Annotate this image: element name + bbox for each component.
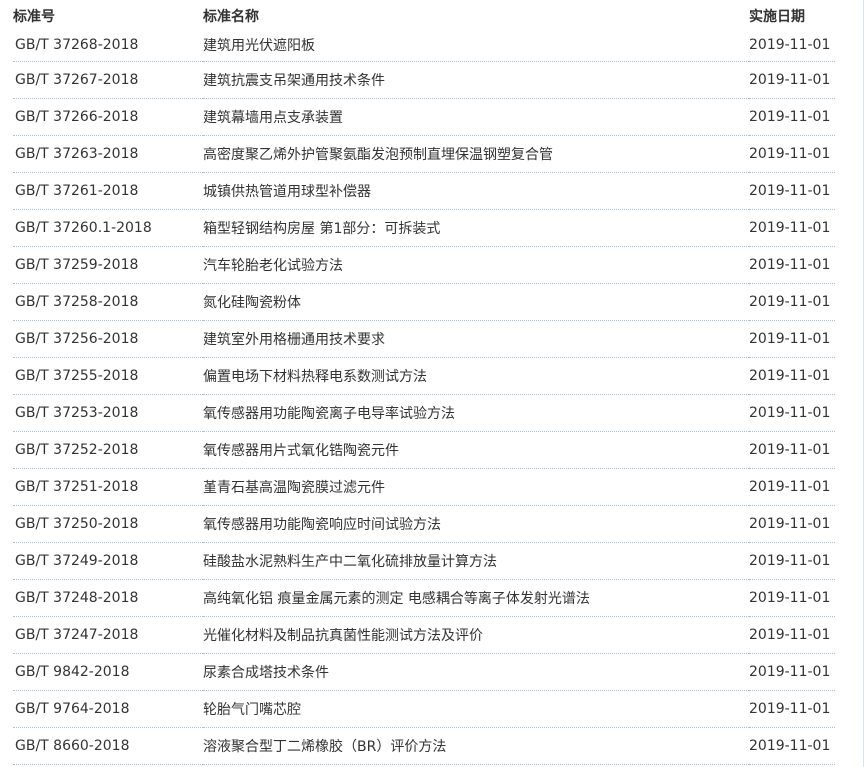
table-row[interactable]: GB/T 37249-2018 硅酸盐水泥熟料生产中二氧化硫排放量计算方法 2019… (13, 542, 835, 580)
standard-code-cell: GB/T 37253-2018 (13, 394, 203, 432)
standard-code-cell: GB/T 37248-2018 (13, 579, 203, 617)
standard-name-link[interactable]: 氧传感器用片式氧化锆陶瓷元件 (203, 431, 749, 469)
table-body: GB/T 37268-2018 建筑用光伏遮阳板 2019-11-01 GB/T 37… (13, 31, 835, 765)
standard-code-cell: GB/T 37259-2018 (13, 246, 203, 284)
implementation-date-cell: 2019-11-01 (749, 320, 835, 358)
standard-code-cell: GB/T 8660-2018 (13, 727, 203, 765)
standard-name-link[interactable]: 高纯氧化铝 痕量金属元素的测定 电感耦合等离子体发射光谱法 (203, 579, 749, 617)
table-row[interactable]: GB/T 8660-2018 溶液聚合型丁二烯橡胶（BR）评价方法 2019-11-… (13, 727, 835, 765)
table-row[interactable]: GB/T 37252-2018 氧传感器用片式氧化锆陶瓷元件 2019-11-01 (13, 431, 835, 469)
standard-code-cell: GB/T 37249-2018 (13, 542, 203, 580)
implementation-date-cell: 2019-11-01 (749, 653, 835, 691)
standard-code-cell: GB/T 37260.1-2018 (13, 209, 203, 247)
table-row[interactable]: GB/T 37251-2018 堇青石基高温陶瓷膜过滤元件 2019-11-01 (13, 468, 835, 506)
table-row[interactable]: GB/T 37268-2018 建筑用光伏遮阳板 2019-11-01 (13, 31, 835, 62)
standard-name-link[interactable]: 尿素合成塔技术条件 (203, 653, 749, 691)
table-row[interactable]: GB/T 37267-2018 建筑抗震支吊架通用技术条件 2019-11-01 (13, 61, 835, 99)
standards-table: 标准号 标准名称 实施日期 GB/T 37268-2018 建筑用光伏遮阳板 201… (13, 0, 835, 765)
standard-name-link[interactable]: 溶液聚合型丁二烯橡胶（BR）评价方法 (203, 727, 749, 765)
header-standard-code: 标准号 (13, 8, 55, 25)
standard-code-cell: GB/T 9764-2018 (13, 690, 203, 728)
standard-name-link[interactable]: 建筑抗震支吊架通用技术条件 (203, 61, 749, 99)
implementation-date-cell: 2019-11-01 (749, 579, 835, 617)
header-standard-name: 标准名称 (203, 8, 259, 25)
implementation-date-cell: 2019-11-01 (749, 431, 835, 469)
standard-name-link[interactable]: 轮胎气门嘴芯腔 (203, 690, 749, 728)
table-row[interactable]: GB/T 37253-2018 氧传感器用功能陶瓷离子电导率试验方法 2019-11… (13, 394, 835, 432)
standard-name-link[interactable]: 氮化硅陶瓷粉体 (203, 283, 749, 321)
standard-name-link[interactable]: 氧传感器用功能陶瓷响应时间试验方法 (203, 505, 749, 543)
implementation-date-cell: 2019-11-01 (749, 209, 835, 247)
standard-code-cell: GB/T 37263-2018 (13, 135, 203, 173)
implementation-date-cell: 2019-11-01 (749, 98, 835, 136)
standard-code-cell: GB/T 9842-2018 (13, 653, 203, 691)
table-row[interactable]: GB/T 37250-2018 氧传感器用功能陶瓷响应时间试验方法 2019-11-… (13, 505, 835, 543)
standard-name-link[interactable]: 高密度聚乙烯外护管聚氨酯发泡预制直埋保温钢塑复合管 (203, 135, 749, 173)
implementation-date-cell: 2019-11-01 (749, 690, 835, 728)
standard-name-link[interactable]: 氧传感器用功能陶瓷离子电导率试验方法 (203, 394, 749, 432)
standard-code-cell: GB/T 37256-2018 (13, 320, 203, 358)
standard-name-link[interactable]: 偏置电场下材料热释电系数测试方法 (203, 357, 749, 395)
header-implementation-date: 实施日期 (749, 8, 805, 25)
implementation-date-cell: 2019-11-01 (749, 542, 835, 580)
table-row[interactable]: GB/T 9842-2018 尿素合成塔技术条件 2019-11-01 (13, 653, 835, 691)
standard-name-link[interactable]: 汽车轮胎老化试验方法 (203, 246, 749, 284)
table-row[interactable]: GB/T 37247-2018 光催化材料及制品抗真菌性能测试方法及评价 2019-… (13, 616, 835, 654)
implementation-date-cell: 2019-11-01 (749, 616, 835, 654)
table-row[interactable]: GB/T 37248-2018 高纯氧化铝 痕量金属元素的测定 电感耦合等离子体发… (13, 579, 835, 617)
table-row[interactable]: GB/T 37261-2018 城镇供热管道用球型补偿器 2019-11-01 (13, 172, 835, 210)
implementation-date-cell: 2019-11-01 (749, 357, 835, 395)
table-row[interactable]: GB/T 37255-2018 偏置电场下材料热释电系数测试方法 2019-11-0… (13, 357, 835, 395)
standard-code-cell: GB/T 37268-2018 (13, 31, 203, 62)
implementation-date-cell: 2019-11-01 (749, 394, 835, 432)
table-header-row: 标准号 标准名称 实施日期 (13, 0, 835, 31)
standard-name-link[interactable]: 建筑室外用格栅通用技术要求 (203, 320, 749, 358)
table-row[interactable]: GB/T 37263-2018 高密度聚乙烯外护管聚氨酯发泡预制直埋保温钢塑复合管… (13, 135, 835, 173)
standards-list-panel: 标准号 标准名称 实施日期 GB/T 37268-2018 建筑用光伏遮阳板 201… (0, 0, 864, 767)
implementation-date-cell: 2019-11-01 (749, 31, 835, 62)
implementation-date-cell: 2019-11-01 (749, 283, 835, 321)
implementation-date-cell: 2019-11-01 (749, 505, 835, 543)
standard-code-cell: GB/T 37251-2018 (13, 468, 203, 506)
standard-code-cell: GB/T 37266-2018 (13, 98, 203, 136)
table-row[interactable]: GB/T 37256-2018 建筑室外用格栅通用技术要求 2019-11-01 (13, 320, 835, 358)
standard-code-cell: GB/T 37267-2018 (13, 61, 203, 99)
table-row[interactable]: GB/T 37266-2018 建筑幕墙用点支承装置 2019-11-01 (13, 98, 835, 136)
implementation-date-cell: 2019-11-01 (749, 468, 835, 506)
standard-name-link[interactable]: 堇青石基高温陶瓷膜过滤元件 (203, 468, 749, 506)
standard-code-cell: GB/T 37252-2018 (13, 431, 203, 469)
standard-code-cell: GB/T 37258-2018 (13, 283, 203, 321)
implementation-date-cell: 2019-11-01 (749, 61, 835, 99)
implementation-date-cell: 2019-11-01 (749, 246, 835, 284)
implementation-date-cell: 2019-11-01 (749, 727, 835, 765)
standard-code-cell: GB/T 37261-2018 (13, 172, 203, 210)
standard-name-link[interactable]: 城镇供热管道用球型补偿器 (203, 172, 749, 210)
standard-code-cell: GB/T 37255-2018 (13, 357, 203, 395)
standard-name-link[interactable]: 建筑用光伏遮阳板 (203, 31, 749, 62)
standard-name-link[interactable]: 硅酸盐水泥熟料生产中二氧化硫排放量计算方法 (203, 542, 749, 580)
standard-name-link[interactable]: 建筑幕墙用点支承装置 (203, 98, 749, 136)
standard-code-cell: GB/T 37247-2018 (13, 616, 203, 654)
standard-name-link[interactable]: 光催化材料及制品抗真菌性能测试方法及评价 (203, 616, 749, 654)
standard-name-link[interactable]: 箱型轻钢结构房屋 第1部分：可拆装式 (203, 209, 749, 247)
implementation-date-cell: 2019-11-01 (749, 135, 835, 173)
table-row[interactable]: GB/T 37259-2018 汽车轮胎老化试验方法 2019-11-01 (13, 246, 835, 284)
table-row[interactable]: GB/T 37258-2018 氮化硅陶瓷粉体 2019-11-01 (13, 283, 835, 321)
standard-code-cell: GB/T 37250-2018 (13, 505, 203, 543)
implementation-date-cell: 2019-11-01 (749, 172, 835, 210)
table-row[interactable]: GB/T 37260.1-2018 箱型轻钢结构房屋 第1部分：可拆装式 2019-… (13, 209, 835, 247)
table-row[interactable]: GB/T 9764-2018 轮胎气门嘴芯腔 2019-11-01 (13, 690, 835, 728)
